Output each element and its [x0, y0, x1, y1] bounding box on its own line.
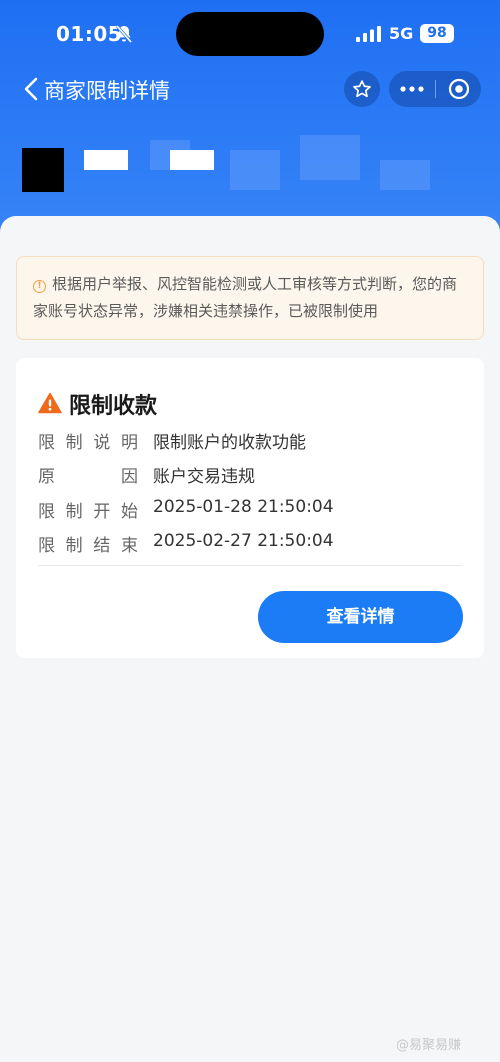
restriction-card: 限制收款 限 制 说 明 限制账户的收款功能 原 因 账户交易违规 限 制 开 … — [16, 358, 484, 658]
nav-bar: 商家限制详情 — [0, 66, 500, 112]
notice-text: 根据用户举报、风控智能检测或人工审核等方式判断，您的商家账号状态异常，涉嫌相关违… — [33, 275, 458, 320]
warning-icon — [38, 392, 62, 414]
status-time: 01:05 — [56, 22, 123, 46]
network-type: 5G — [389, 24, 414, 43]
row-label: 限 制 结 束 — [38, 536, 138, 556]
info-row-end: 限 制 结 束 2025-02-27 21:50:04 — [38, 531, 478, 557]
watermark: @易聚易赚 — [396, 1038, 462, 1053]
favorite-button[interactable] — [344, 71, 380, 107]
view-details-button[interactable]: 查看详情 — [258, 591, 463, 643]
censored-name — [84, 150, 128, 170]
row-label: 原 因 — [38, 467, 138, 487]
dynamic-island — [176, 12, 324, 56]
pixelated-area — [300, 135, 360, 180]
status-bar: 01:05 5G 98 — [0, 0, 500, 66]
mini-program-capsule — [389, 71, 481, 107]
pixelated-area — [230, 150, 280, 190]
info-row-reason: 原 因 账户交易违规 — [38, 462, 478, 488]
back-icon[interactable] — [22, 76, 40, 102]
restriction-notice: ! 根据用户举报、风控智能检测或人工审核等方式判断，您的商家账号状态异常，涉嫌相关… — [16, 256, 484, 340]
signal-icon — [356, 26, 381, 42]
row-value: 2025-02-27 21:50:04 — [153, 531, 334, 551]
close-mini-program-button[interactable] — [436, 71, 481, 107]
more-button[interactable] — [389, 71, 435, 107]
bell-muted-icon — [115, 25, 133, 43]
info-row-description: 限 制 说 明 限制账户的收款功能 — [38, 428, 478, 454]
row-label: 限 制 开 始 — [38, 502, 138, 522]
page-title: 商家限制详情 — [44, 79, 170, 103]
more-dots-icon — [400, 86, 424, 92]
battery-indicator: 98 — [420, 24, 454, 43]
card-title: 限制收款 — [69, 394, 158, 419]
card-divider — [38, 565, 462, 566]
target-circle-icon — [448, 78, 469, 100]
star-icon — [353, 80, 371, 98]
row-value: 2025-01-28 21:50:04 — [153, 497, 334, 517]
row-label: 限 制 说 明 — [38, 433, 138, 453]
censored-avatar — [22, 148, 64, 192]
row-value: 账户交易违规 — [153, 467, 255, 487]
info-row-start: 限 制 开 始 2025-01-28 21:50:04 — [38, 497, 478, 523]
censored-name — [170, 150, 214, 170]
info-icon: ! — [33, 280, 46, 293]
pixelated-area — [380, 160, 430, 190]
row-value: 限制账户的收款功能 — [153, 433, 306, 453]
